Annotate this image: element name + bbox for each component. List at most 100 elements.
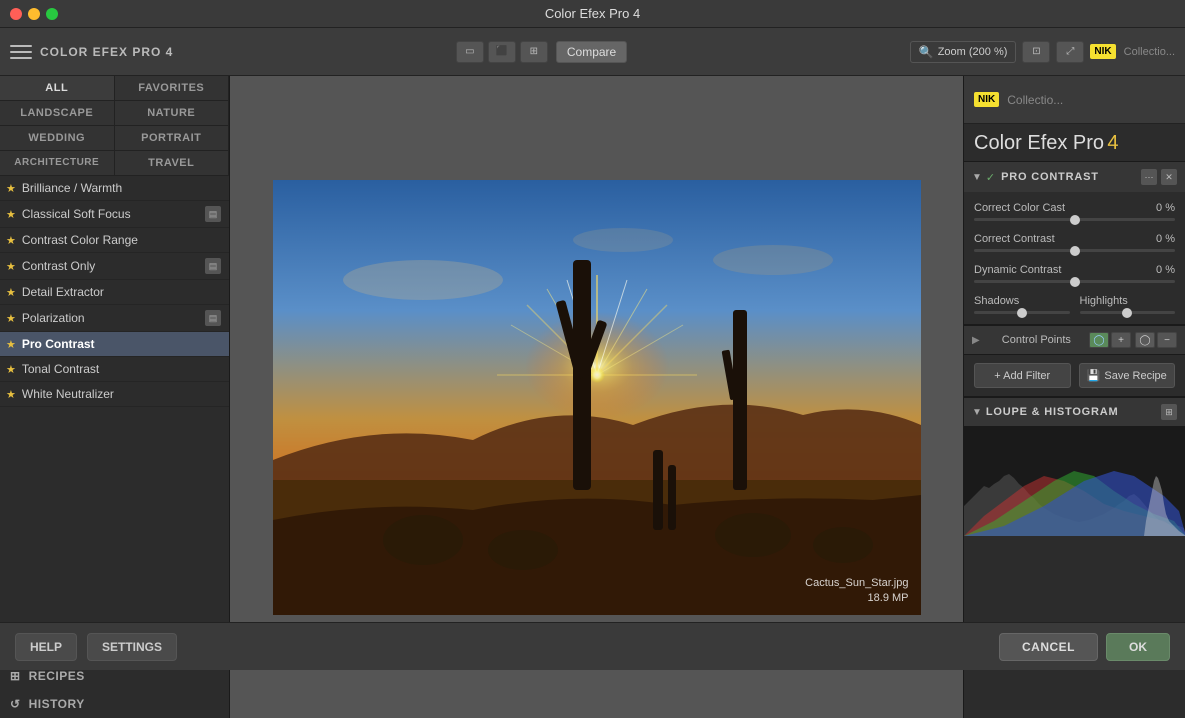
pro-contrast-header[interactable]: ▼ ✓ PRO CONTRAST ⋯ ✕ xyxy=(964,162,1185,192)
tab-architecture[interactable]: ARCHITECTURE xyxy=(0,151,115,176)
slider-thumb[interactable] xyxy=(1070,215,1080,225)
top-toolbar: COLOR EFEX PRO 4 ▭ ⬛ ⊞ Compare 🔍 Zoom (2… xyxy=(0,28,1185,76)
toolbar-left: COLOR EFEX PRO 4 xyxy=(10,43,173,61)
shadows-slider-group: Shadows xyxy=(974,295,1070,314)
star-icon: ★ xyxy=(6,260,16,273)
add-filter-button[interactable]: + Add Filter xyxy=(974,363,1071,388)
cp-toggle-button[interactable]: ◯ xyxy=(1089,332,1109,348)
filter-item-contrast-color[interactable]: ★ Contrast Color Range xyxy=(0,228,229,253)
filter-item-tonal[interactable]: ★ Tonal Contrast xyxy=(0,357,229,382)
section-options-button[interactable]: ⋯ xyxy=(1141,169,1157,185)
filter-badge: ▤ xyxy=(205,310,221,326)
history-button[interactable]: ↺ HISTORY xyxy=(0,690,229,718)
dynamic-contrast-label: Dynamic Contrast xyxy=(974,264,1061,276)
image-megapixels: 18.9 MP xyxy=(868,592,909,604)
shadows-slider[interactable] xyxy=(974,311,1070,314)
cp-remove-button[interactable]: − xyxy=(1157,332,1177,348)
filter-item-pro-contrast[interactable]: ★ Pro Contrast xyxy=(0,332,229,357)
filter-item-polarization[interactable]: ★ Polarization ▤ xyxy=(0,305,229,332)
tab-travel[interactable]: TRAVEL xyxy=(115,151,230,176)
maximize-button[interactable] xyxy=(46,8,58,20)
bottom-bar: HELP SETTINGS CANCEL OK xyxy=(0,622,1185,670)
minimize-button[interactable] xyxy=(28,8,40,20)
star-icon: ★ xyxy=(6,234,16,247)
control-points-label: Control Points xyxy=(1002,334,1071,346)
single-view-button[interactable]: ▭ xyxy=(456,41,484,63)
slider-thumb[interactable] xyxy=(1070,246,1080,256)
slider-thumb[interactable] xyxy=(1122,308,1132,318)
settings-button[interactable]: SETTINGS xyxy=(87,633,177,661)
window-title: Color Efex Pro 4 xyxy=(545,6,640,21)
help-button[interactable]: HELP xyxy=(15,633,77,661)
correct-contrast-value: 0 % xyxy=(1156,233,1175,245)
panel-title-area: Color Efex Pro 4 xyxy=(964,124,1185,162)
highlights-slider[interactable] xyxy=(1080,311,1176,314)
save-recipe-button[interactable]: 💾 Save Recipe xyxy=(1079,363,1176,388)
ok-button[interactable]: OK xyxy=(1106,633,1170,661)
filter-name: Polarization xyxy=(22,311,205,325)
filter-item-classical[interactable]: ★ Classical Soft Focus ▤ xyxy=(0,201,229,228)
section-close-button[interactable]: ✕ xyxy=(1161,169,1177,185)
tab-wedding[interactable]: WEDDING xyxy=(0,126,115,151)
correct-color-cast-row: Correct Color Cast 0 % xyxy=(974,202,1175,221)
dynamic-contrast-slider[interactable] xyxy=(974,280,1175,283)
correct-color-cast-slider[interactable] xyxy=(974,218,1175,221)
hamburger-line-1 xyxy=(10,45,32,47)
dual-sliders-row: Shadows Highlights xyxy=(974,295,1175,314)
save-recipe-icon: 💾 xyxy=(1087,369,1101,382)
filter-item-brilliance[interactable]: ★ Brilliance / Warmth xyxy=(0,176,229,201)
correct-contrast-row: Correct Contrast 0 % xyxy=(974,233,1175,252)
loupe-header[interactable]: ▼ LOUPE & HISTOGRAM ⊞ xyxy=(964,397,1185,426)
fullscreen-button[interactable]: ⤢ xyxy=(1056,41,1084,63)
app-name-label: COLOR EFEX PRO 4 xyxy=(40,45,173,59)
filter-item-detail[interactable]: ★ Detail Extractor xyxy=(0,280,229,305)
cp-remove-toggle-button[interactable]: ◯ xyxy=(1135,332,1155,348)
filter-name: Brilliance / Warmth xyxy=(22,181,221,195)
correct-contrast-slider[interactable] xyxy=(974,249,1175,252)
slider-label-row: Correct Contrast 0 % xyxy=(974,233,1175,245)
menu-button[interactable] xyxy=(10,43,32,61)
collection-label: Collectio... xyxy=(1124,46,1175,58)
section-icons: ⋯ ✕ xyxy=(1141,169,1177,185)
image-container: Cactus_Sun_Star.jpg 18.9 MP xyxy=(273,180,921,615)
control-points-arrow[interactable]: ▶ xyxy=(972,335,980,346)
tab-landscape[interactable]: LANDSCAPE xyxy=(0,101,115,126)
histogram-chart xyxy=(964,426,1185,536)
slider-thumb[interactable] xyxy=(1070,277,1080,287)
correct-contrast-label: Correct Contrast xyxy=(974,233,1055,245)
loupe-title: LOUPE & HISTOGRAM xyxy=(986,406,1157,418)
cancel-button[interactable]: CANCEL xyxy=(999,633,1098,661)
split-view-button[interactable]: ⬛ xyxy=(488,41,516,63)
close-button[interactable] xyxy=(10,8,22,20)
zoom-display: 🔍 Zoom (200 %) xyxy=(910,41,1017,63)
star-icon: ★ xyxy=(6,182,16,195)
filter-item-white[interactable]: ★ White Neutralizer xyxy=(0,382,229,407)
dynamic-contrast-row: Dynamic Contrast 0 % xyxy=(974,264,1175,283)
filter-name: Tonal Contrast xyxy=(22,362,221,376)
tab-portrait[interactable]: PORTRAIT xyxy=(115,126,230,151)
bottom-right-buttons: CANCEL OK xyxy=(999,633,1170,661)
tab-favorites[interactable]: FAVORITES xyxy=(115,76,230,101)
compare-button[interactable]: Compare xyxy=(556,41,627,63)
category-tabs: ALL FAVORITES LANDSCAPE NATURE WEDDING P… xyxy=(0,76,229,176)
cp-add-button[interactable]: + xyxy=(1111,332,1131,348)
filter-name: Pro Contrast xyxy=(22,337,221,351)
zoom-label: Zoom (200 %) xyxy=(938,46,1008,58)
toolbar-center: ▭ ⬛ ⊞ Compare xyxy=(173,41,909,63)
loupe-options-button[interactable]: ⊞ xyxy=(1161,404,1177,420)
tab-all[interactable]: ALL xyxy=(0,76,115,101)
filter-list: ★ Brilliance / Warmth ★ Classical Soft F… xyxy=(0,176,229,661)
slider-thumb[interactable] xyxy=(1017,308,1027,318)
tab-nature[interactable]: NATURE xyxy=(115,101,230,126)
view-options-button[interactable]: ⊡ xyxy=(1022,41,1050,63)
grid-view-button[interactable]: ⊞ xyxy=(520,41,548,63)
main-image xyxy=(273,180,921,615)
recipes-icon: ⊞ xyxy=(10,669,21,683)
collection-text: Collectio... xyxy=(1007,93,1063,107)
collapse-arrow-icon: ▼ xyxy=(972,172,982,183)
title-bar: Color Efex Pro 4 xyxy=(0,0,1185,28)
star-icon: ★ xyxy=(6,286,16,299)
filter-item-contrast-only[interactable]: ★ Contrast Only ▤ xyxy=(0,253,229,280)
bottom-left-buttons: HELP SETTINGS xyxy=(15,633,177,661)
star-icon: ★ xyxy=(6,388,16,401)
